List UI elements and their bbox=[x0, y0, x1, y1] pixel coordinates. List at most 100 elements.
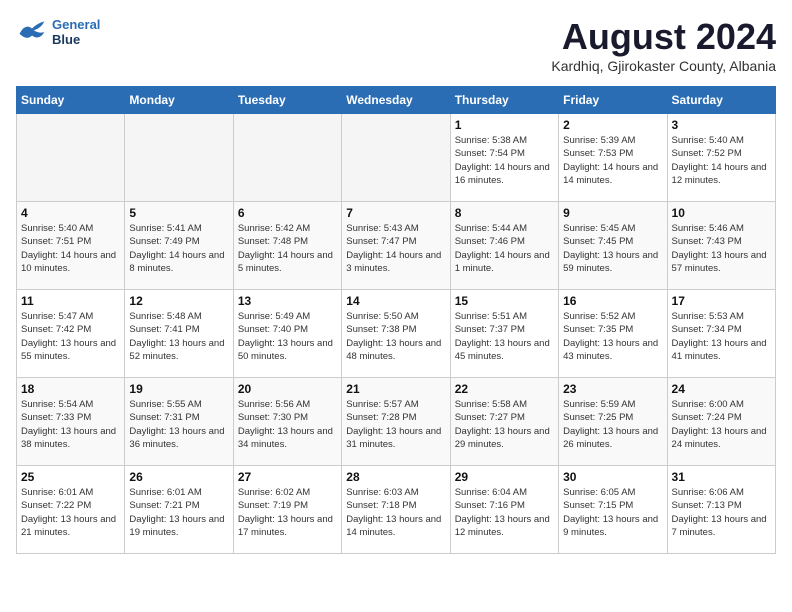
calendar-day-cell: 20 Sunrise: 5:56 AM Sunset: 7:30 PM Dayli… bbox=[233, 378, 341, 466]
calendar-day-cell: 14 Sunrise: 5:50 AM Sunset: 7:38 PM Dayli… bbox=[342, 290, 450, 378]
day-info: Sunrise: 5:52 AM Sunset: 7:35 PM Dayligh… bbox=[563, 310, 662, 363]
day-info: Sunrise: 5:57 AM Sunset: 7:28 PM Dayligh… bbox=[346, 398, 445, 451]
day-number: 8 bbox=[455, 206, 554, 220]
calendar-day-cell: 22 Sunrise: 5:58 AM Sunset: 7:27 PM Dayli… bbox=[450, 378, 558, 466]
page-header: General Blue August 2024 Kardhiq, Gjirok… bbox=[16, 16, 776, 74]
day-info: Sunrise: 5:47 AM Sunset: 7:42 PM Dayligh… bbox=[21, 310, 120, 363]
day-info: Sunrise: 5:41 AM Sunset: 7:49 PM Dayligh… bbox=[129, 222, 228, 275]
calendar-day-cell: 17 Sunrise: 5:53 AM Sunset: 7:34 PM Dayli… bbox=[667, 290, 775, 378]
day-number: 12 bbox=[129, 294, 228, 308]
day-number: 14 bbox=[346, 294, 445, 308]
day-info: Sunrise: 6:04 AM Sunset: 7:16 PM Dayligh… bbox=[455, 486, 554, 539]
day-number: 31 bbox=[672, 470, 771, 484]
calendar-day-cell: 10 Sunrise: 5:46 AM Sunset: 7:43 PM Dayli… bbox=[667, 202, 775, 290]
calendar-day-cell: 1Sunrise: 5:38 AM Sunset: 7:54 PM Daylig… bbox=[450, 114, 558, 202]
day-info: Sunrise: 5:40 AM Sunset: 7:51 PM Dayligh… bbox=[21, 222, 120, 275]
calendar-day-cell bbox=[342, 114, 450, 202]
calendar-day-cell: 6 Sunrise: 5:42 AM Sunset: 7:48 PM Daylig… bbox=[233, 202, 341, 290]
logo: General Blue bbox=[16, 16, 100, 48]
day-number: 11 bbox=[21, 294, 120, 308]
weekday-header-tuesday: Tuesday bbox=[233, 87, 341, 114]
day-info: Sunrise: 5:39 AM Sunset: 7:53 PM Dayligh… bbox=[563, 134, 662, 187]
day-number: 19 bbox=[129, 382, 228, 396]
day-info: Sunrise: 5:49 AM Sunset: 7:40 PM Dayligh… bbox=[238, 310, 337, 363]
day-number: 13 bbox=[238, 294, 337, 308]
day-info: Sunrise: 5:58 AM Sunset: 7:27 PM Dayligh… bbox=[455, 398, 554, 451]
day-info: Sunrise: 6:02 AM Sunset: 7:19 PM Dayligh… bbox=[238, 486, 337, 539]
day-info: Sunrise: 5:48 AM Sunset: 7:41 PM Dayligh… bbox=[129, 310, 228, 363]
day-number: 21 bbox=[346, 382, 445, 396]
calendar-day-cell: 24 Sunrise: 6:00 AM Sunset: 7:24 PM Dayli… bbox=[667, 378, 775, 466]
day-number: 29 bbox=[455, 470, 554, 484]
day-info: Sunrise: 6:03 AM Sunset: 7:18 PM Dayligh… bbox=[346, 486, 445, 539]
weekday-header-wednesday: Wednesday bbox=[342, 87, 450, 114]
weekday-header-friday: Friday bbox=[559, 87, 667, 114]
day-number: 25 bbox=[21, 470, 120, 484]
calendar-day-cell: 11 Sunrise: 5:47 AM Sunset: 7:42 PM Dayli… bbox=[17, 290, 125, 378]
calendar-day-cell: 5Sunrise: 5:41 AM Sunset: 7:49 PM Daylig… bbox=[125, 202, 233, 290]
day-info: Sunrise: 6:00 AM Sunset: 7:24 PM Dayligh… bbox=[672, 398, 771, 451]
calendar-day-cell: 21 Sunrise: 5:57 AM Sunset: 7:28 PM Dayli… bbox=[342, 378, 450, 466]
day-info: Sunrise: 5:42 AM Sunset: 7:48 PM Dayligh… bbox=[238, 222, 337, 275]
day-number: 16 bbox=[563, 294, 662, 308]
calendar-day-cell: 4 Sunrise: 5:40 AM Sunset: 7:51 PM Daylig… bbox=[17, 202, 125, 290]
day-info: Sunrise: 5:46 AM Sunset: 7:43 PM Dayligh… bbox=[672, 222, 771, 275]
calendar-day-cell: 31Sunrise: 6:06 AM Sunset: 7:13 PM Dayli… bbox=[667, 466, 775, 554]
day-number: 20 bbox=[238, 382, 337, 396]
calendar-day-cell bbox=[17, 114, 125, 202]
day-info: Sunrise: 5:56 AM Sunset: 7:30 PM Dayligh… bbox=[238, 398, 337, 451]
day-info: Sunrise: 6:01 AM Sunset: 7:21 PM Dayligh… bbox=[129, 486, 228, 539]
calendar-week-row: 1Sunrise: 5:38 AM Sunset: 7:54 PM Daylig… bbox=[17, 114, 776, 202]
weekday-header-saturday: Saturday bbox=[667, 87, 775, 114]
calendar-day-cell: 26 Sunrise: 6:01 AM Sunset: 7:21 PM Dayli… bbox=[125, 466, 233, 554]
day-info: Sunrise: 5:45 AM Sunset: 7:45 PM Dayligh… bbox=[563, 222, 662, 275]
day-number: 26 bbox=[129, 470, 228, 484]
day-info: Sunrise: 6:05 AM Sunset: 7:15 PM Dayligh… bbox=[563, 486, 662, 539]
day-info: Sunrise: 5:44 AM Sunset: 7:46 PM Dayligh… bbox=[455, 222, 554, 275]
day-info: Sunrise: 5:43 AM Sunset: 7:47 PM Dayligh… bbox=[346, 222, 445, 275]
calendar-week-row: 4 Sunrise: 5:40 AM Sunset: 7:51 PM Daylig… bbox=[17, 202, 776, 290]
calendar-day-cell: 28 Sunrise: 6:03 AM Sunset: 7:18 PM Dayli… bbox=[342, 466, 450, 554]
calendar-day-cell: 16 Sunrise: 5:52 AM Sunset: 7:35 PM Dayli… bbox=[559, 290, 667, 378]
day-number: 4 bbox=[21, 206, 120, 220]
calendar-day-cell: 9Sunrise: 5:45 AM Sunset: 7:45 PM Daylig… bbox=[559, 202, 667, 290]
day-info: Sunrise: 5:53 AM Sunset: 7:34 PM Dayligh… bbox=[672, 310, 771, 363]
day-number: 27 bbox=[238, 470, 337, 484]
logo-icon bbox=[16, 16, 48, 48]
calendar-day-cell: 23Sunrise: 5:59 AM Sunset: 7:25 PM Dayli… bbox=[559, 378, 667, 466]
day-info: Sunrise: 6:01 AM Sunset: 7:22 PM Dayligh… bbox=[21, 486, 120, 539]
calendar-day-cell: 18Sunrise: 5:54 AM Sunset: 7:33 PM Dayli… bbox=[17, 378, 125, 466]
day-number: 17 bbox=[672, 294, 771, 308]
calendar-day-cell: 27 Sunrise: 6:02 AM Sunset: 7:19 PM Dayli… bbox=[233, 466, 341, 554]
day-info: Sunrise: 5:51 AM Sunset: 7:37 PM Dayligh… bbox=[455, 310, 554, 363]
calendar-day-cell: 13 Sunrise: 5:49 AM Sunset: 7:40 PM Dayli… bbox=[233, 290, 341, 378]
day-number: 22 bbox=[455, 382, 554, 396]
day-number: 6 bbox=[238, 206, 337, 220]
day-number: 7 bbox=[346, 206, 445, 220]
day-number: 10 bbox=[672, 206, 771, 220]
calendar-day-cell: 25 Sunrise: 6:01 AM Sunset: 7:22 PM Dayli… bbox=[17, 466, 125, 554]
calendar-day-cell: 12 Sunrise: 5:48 AM Sunset: 7:41 PM Dayli… bbox=[125, 290, 233, 378]
calendar-day-cell bbox=[233, 114, 341, 202]
day-number: 30 bbox=[563, 470, 662, 484]
calendar-day-cell: 7 Sunrise: 5:43 AM Sunset: 7:47 PM Daylig… bbox=[342, 202, 450, 290]
calendar-week-row: 11 Sunrise: 5:47 AM Sunset: 7:42 PM Dayli… bbox=[17, 290, 776, 378]
calendar-day-cell: 3Sunrise: 5:40 AM Sunset: 7:52 PM Daylig… bbox=[667, 114, 775, 202]
day-number: 23 bbox=[563, 382, 662, 396]
calendar-day-cell: 8 Sunrise: 5:44 AM Sunset: 7:46 PM Daylig… bbox=[450, 202, 558, 290]
calendar-day-cell: 15 Sunrise: 5:51 AM Sunset: 7:37 PM Dayli… bbox=[450, 290, 558, 378]
calendar-week-row: 25 Sunrise: 6:01 AM Sunset: 7:22 PM Dayli… bbox=[17, 466, 776, 554]
day-number: 15 bbox=[455, 294, 554, 308]
weekday-header-thursday: Thursday bbox=[450, 87, 558, 114]
title-area: August 2024 Kardhiq, Gjirokaster County,… bbox=[551, 16, 776, 74]
day-info: Sunrise: 5:38 AM Sunset: 7:54 PM Dayligh… bbox=[455, 134, 554, 187]
day-info: Sunrise: 5:50 AM Sunset: 7:38 PM Dayligh… bbox=[346, 310, 445, 363]
logo-text: General Blue bbox=[52, 17, 100, 47]
calendar-day-cell: 19Sunrise: 5:55 AM Sunset: 7:31 PM Dayli… bbox=[125, 378, 233, 466]
month-title: August 2024 bbox=[551, 16, 776, 58]
day-number: 24 bbox=[672, 382, 771, 396]
weekday-header-sunday: Sunday bbox=[17, 87, 125, 114]
day-number: 3 bbox=[672, 118, 771, 132]
calendar-day-cell: 2Sunrise: 5:39 AM Sunset: 7:53 PM Daylig… bbox=[559, 114, 667, 202]
day-number: 28 bbox=[346, 470, 445, 484]
